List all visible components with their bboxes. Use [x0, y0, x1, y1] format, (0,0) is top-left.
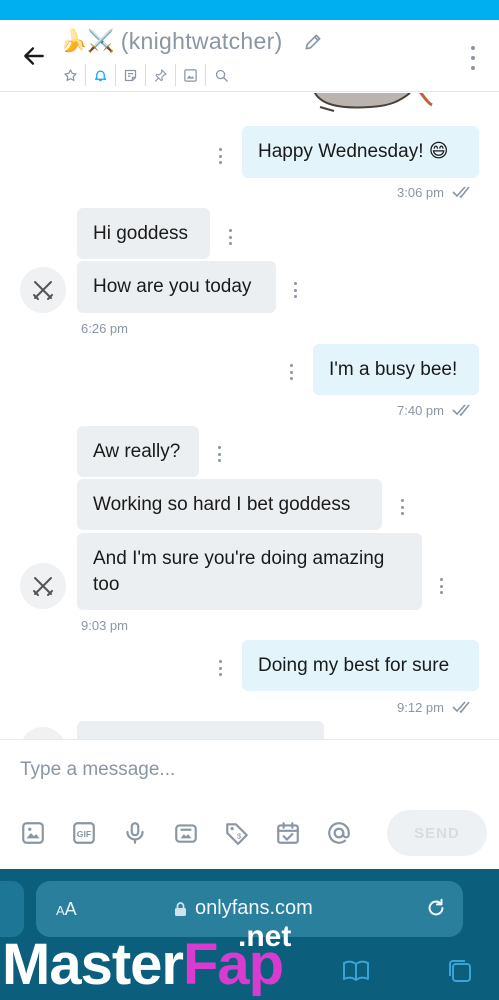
lock-icon [175, 901, 186, 916]
message-bubble-incoming[interactable]: Working so hard I bet goddess [77, 479, 382, 530]
message-bubble-incoming[interactable]: How are you today [77, 261, 276, 313]
message-input[interactable] [20, 756, 460, 784]
url-text: onlyfans.com [195, 897, 313, 919]
bell-icon[interactable] [86, 64, 116, 86]
svg-text:GIF: GIF [77, 829, 91, 839]
crossed-swords-icon [33, 281, 53, 300]
message-timestamp: 3:06 pm [397, 185, 444, 200]
chat-title-row[interactable]: 🍌⚔️ (knightwatcher) [60, 28, 325, 55]
composer-toolbar: GIF $ [20, 818, 377, 848]
mention-icon[interactable] [326, 818, 377, 848]
message-list[interactable]: Happy Wednesday! 😄 3:06 pm Hi goddess Ho… [0, 93, 499, 739]
watermark-text: MasterFap [2, 932, 284, 997]
arrow-left-icon [24, 47, 44, 65]
status-bar [0, 0, 499, 20]
message-timestamp: 6:26 pm [81, 321, 128, 336]
bookmarks-icon[interactable] [340, 955, 372, 987]
pencil-icon[interactable] [303, 31, 325, 53]
vault-icon[interactable] [173, 818, 224, 848]
message-bubble-incoming[interactable] [77, 721, 324, 739]
message-composer: GIF $ SEND [0, 739, 499, 869]
price-tag-icon[interactable]: $ [224, 818, 275, 848]
message-text: And I'm sure you're doing amazing too [93, 548, 385, 595]
reload-icon[interactable] [425, 897, 447, 919]
message-bubble-outgoing[interactable]: I'm a busy bee! [313, 344, 479, 395]
message-text: Hi goddess [93, 223, 189, 244]
message-timestamp: 9:03 pm [81, 618, 128, 633]
avatar[interactable] [20, 727, 66, 739]
message-options-icon[interactable] [219, 660, 223, 676]
crossed-swords-icon [33, 577, 53, 596]
image-icon[interactable] [20, 818, 71, 848]
message-bubble-outgoing[interactable]: Doing my best for sure [242, 640, 479, 691]
search-icon[interactable] [206, 64, 236, 86]
sticker-image [314, 93, 433, 112]
pin-icon[interactable] [146, 64, 176, 86]
chat-header: 🍌⚔️ (knightwatcher) [0, 20, 499, 92]
message-options-icon[interactable] [219, 148, 223, 164]
message-options-icon[interactable] [401, 499, 405, 515]
calendar-icon[interactable] [275, 818, 326, 848]
url-display[interactable]: onlyfans.com [174, 897, 313, 920]
message-bubble-incoming[interactable]: Hi goddess [77, 208, 210, 259]
more-options-icon[interactable] [469, 44, 477, 72]
title-emoji: 🍌⚔️ [60, 28, 115, 54]
gif-icon[interactable]: GIF [71, 818, 122, 848]
send-button[interactable]: SEND [387, 810, 487, 856]
avatar[interactable] [20, 267, 66, 313]
message-text: Aw really? [93, 441, 181, 462]
message-text: Doing my best for sure [258, 655, 450, 676]
read-receipt-icon [452, 701, 470, 713]
note-icon[interactable] [116, 64, 146, 86]
message-text: How are you today [93, 276, 252, 297]
message-options-icon[interactable] [218, 446, 222, 462]
message-text: Working so hard I bet goddess [93, 494, 351, 515]
watermark-logo: .net MasterFap [0, 920, 330, 1000]
message-text: Happy Wednesday! 😄 [258, 141, 449, 162]
message-options-icon[interactable] [294, 282, 298, 298]
message-options-icon[interactable] [440, 578, 444, 594]
message-options-icon[interactable] [290, 364, 294, 380]
star-icon[interactable] [56, 64, 86, 86]
svg-text:$: $ [237, 831, 242, 840]
message-bubble-outgoing[interactable]: Happy Wednesday! 😄 [242, 126, 479, 178]
message-timestamp: 9:12 pm [397, 700, 444, 715]
text-size-button[interactable]: AA [56, 899, 77, 920]
microphone-icon[interactable] [122, 818, 173, 848]
read-receipt-icon [452, 404, 470, 416]
chat-username: (knightwatcher) [120, 28, 283, 54]
message-options-icon[interactable] [229, 229, 233, 245]
message-timestamp: 7:40 pm [397, 403, 444, 418]
message-bubble-incoming[interactable]: Aw really? [77, 426, 199, 477]
avatar[interactable] [20, 563, 66, 609]
message-text: I'm a busy bee! [329, 359, 458, 380]
read-receipt-icon [452, 186, 470, 198]
message-bubble-incoming[interactable]: And I'm sure you're doing amazing too [77, 533, 422, 610]
tabs-icon[interactable] [444, 955, 476, 987]
back-button[interactable] [18, 40, 50, 72]
header-toolbar [56, 64, 236, 86]
image-icon[interactable] [176, 64, 206, 86]
